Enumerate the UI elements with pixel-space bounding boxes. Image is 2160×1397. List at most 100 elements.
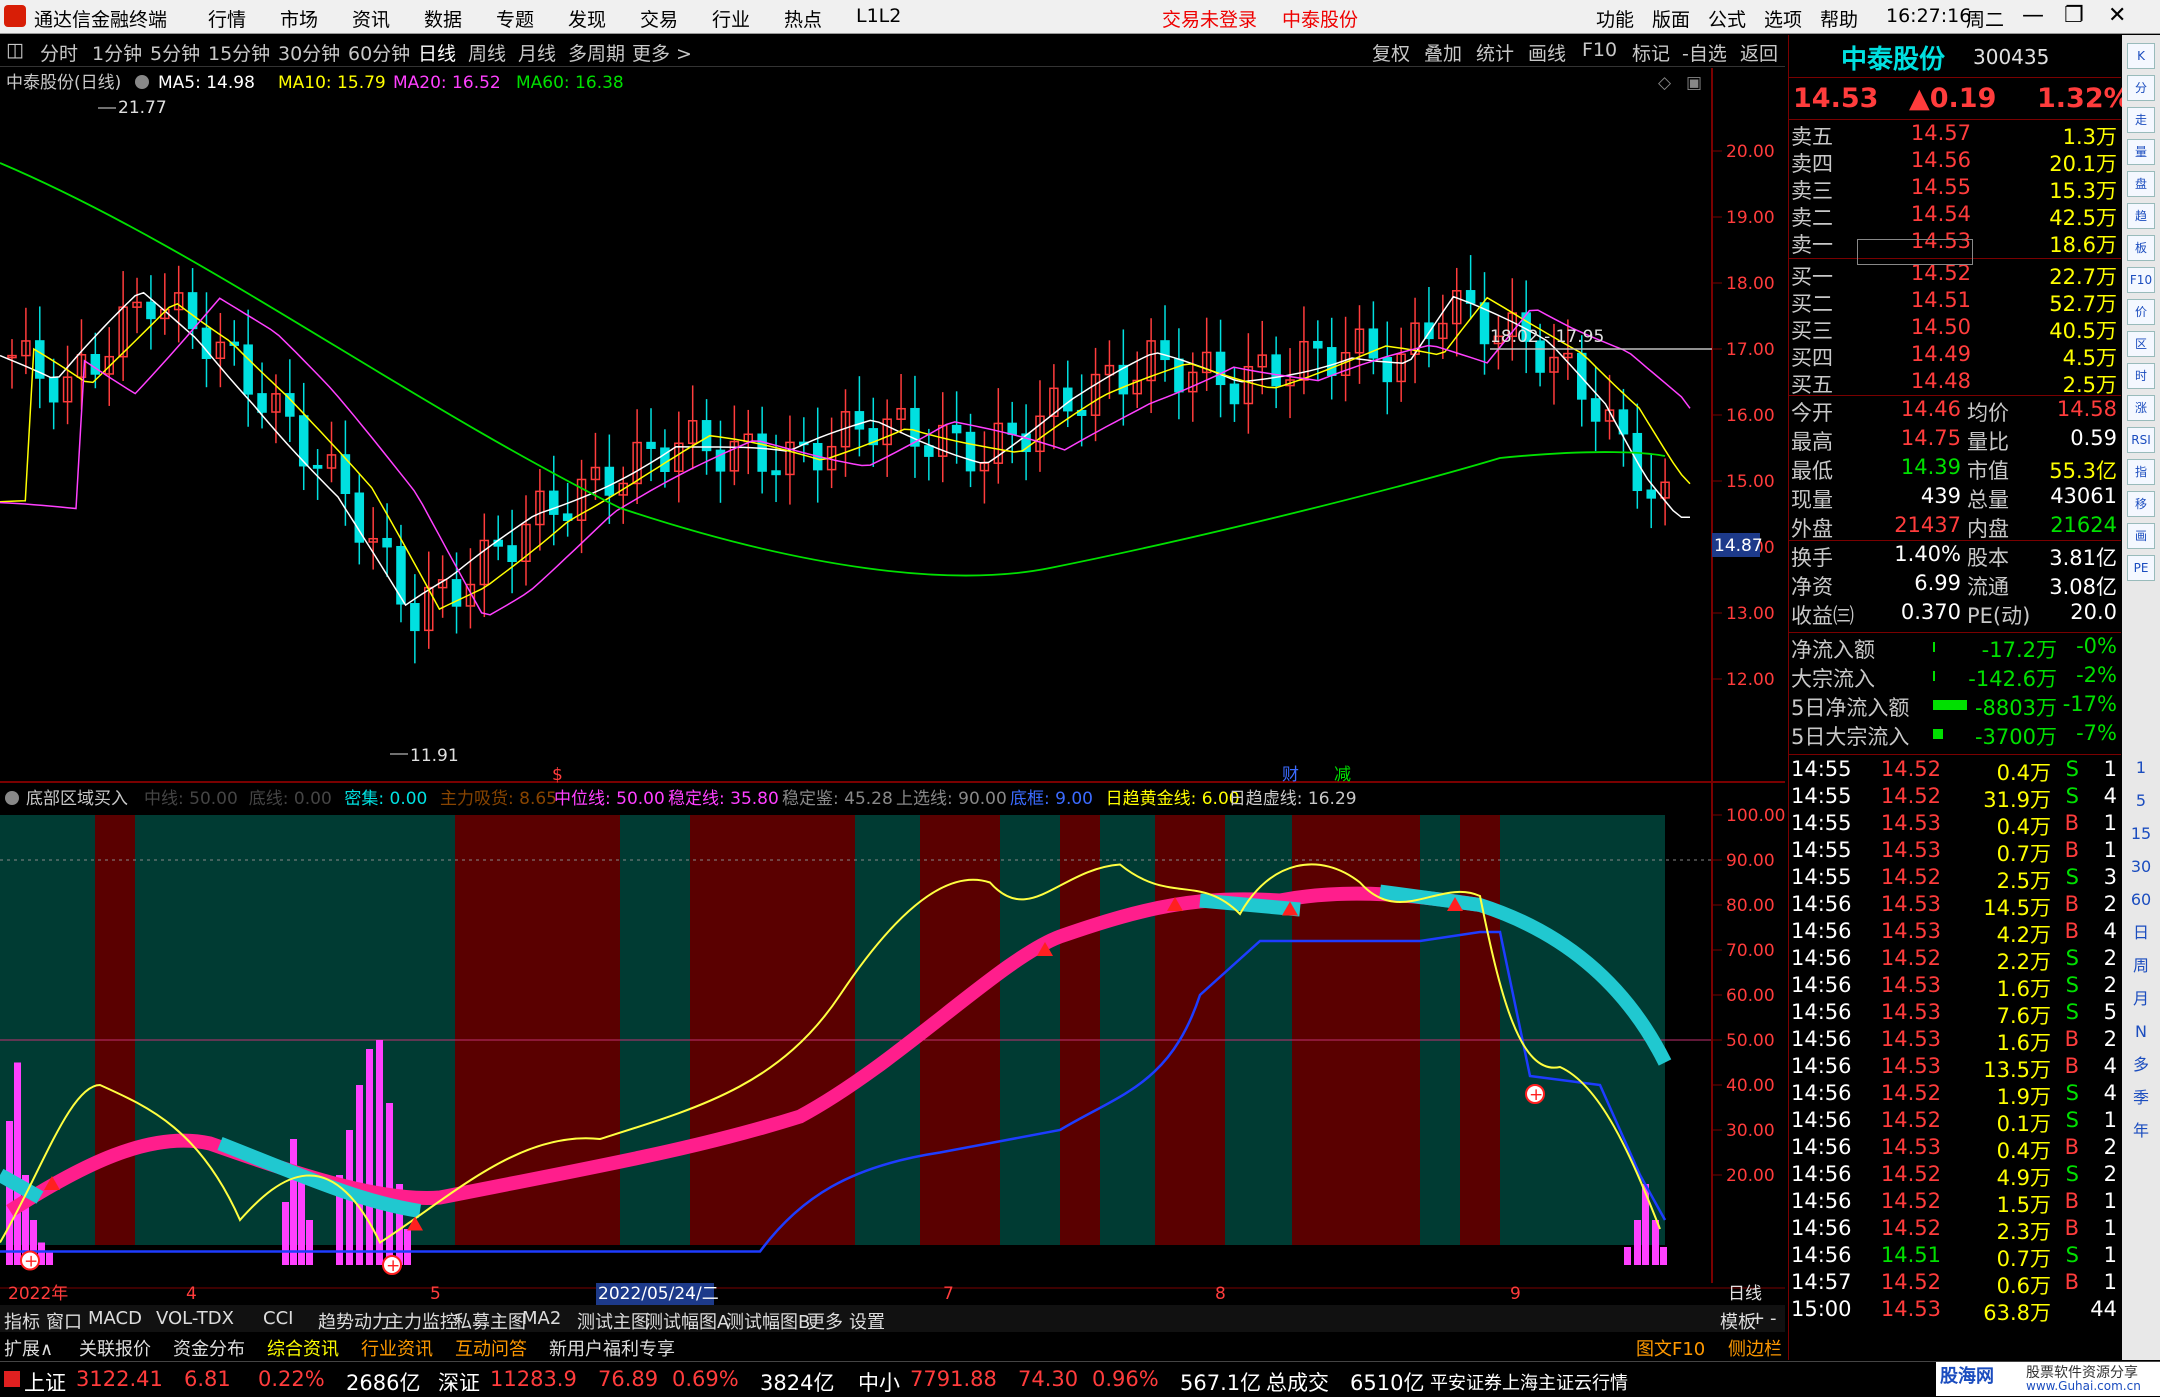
sidebar-tool-icon[interactable]: 时 xyxy=(2127,363,2155,389)
period-tab[interactable]: 月线 xyxy=(518,39,556,66)
sidebar-period[interactable]: 15 xyxy=(2127,821,2155,847)
toolbar-button[interactable]: 标记 xyxy=(1632,39,1670,66)
extension-tab[interactable]: 扩展∧ xyxy=(4,1335,53,1361)
extension-tab[interactable]: 综合资讯 xyxy=(267,1335,339,1361)
indicator-tab[interactable]: 趋势动力 xyxy=(318,1308,390,1334)
sidebar-period[interactable]: 5 xyxy=(2127,788,2155,814)
extension-tab[interactable]: 行业资讯 xyxy=(361,1335,433,1361)
sidebar-period[interactable]: 周 xyxy=(2127,953,2155,979)
period-tab[interactable]: 多周期 xyxy=(568,39,625,66)
sidebar-tool-icon[interactable]: 盘 xyxy=(2127,171,2155,197)
extension-tab-right[interactable]: 图文F10 xyxy=(1636,1335,1705,1361)
toolbar-button[interactable]: -自选 xyxy=(1682,39,1727,66)
period-tab[interactable]: 5分钟 xyxy=(150,39,200,66)
sidebar-tool-icon[interactable]: RSI xyxy=(2127,427,2155,453)
period-tab[interactable]: 30分钟 xyxy=(278,39,340,66)
menu-item[interactable]: 专题 xyxy=(496,5,534,32)
sidebar-tool-icon[interactable]: 移 xyxy=(2127,491,2155,517)
extension-tab[interactable]: 关联报价 xyxy=(79,1335,151,1361)
menu-item[interactable]: 版面 xyxy=(1652,5,1690,32)
sidebar-period[interactable]: 月 xyxy=(2127,986,2155,1012)
indicator-tab[interactable]: 主力监控 xyxy=(386,1308,458,1334)
toolbar-button[interactable]: 画线 xyxy=(1528,39,1566,66)
sidebar-tool-icon[interactable]: 板 xyxy=(2127,235,2155,261)
indicator-tab[interactable]: VOL-TDX xyxy=(156,1308,234,1329)
menu-item[interactable]: 选项 xyxy=(1764,5,1802,32)
sidebar-tool-icon[interactable]: K xyxy=(2127,43,2155,69)
extension-tab[interactable]: 新用户福利专享 xyxy=(549,1335,675,1361)
menu-item[interactable]: 数据 xyxy=(424,5,462,32)
restore-icon[interactable]: ❐ xyxy=(2064,3,2084,28)
toolbar-button[interactable]: 统计 xyxy=(1476,39,1514,66)
indicator-tab[interactable]: 指标 xyxy=(4,1308,40,1334)
tab-control[interactable]: + xyxy=(1750,1308,1765,1329)
menu-item[interactable]: 行业 xyxy=(712,5,750,32)
sidebar-tool-icon[interactable]: 区 xyxy=(2127,331,2155,357)
sidebar-tool-icon[interactable]: PE xyxy=(2127,555,2155,581)
menu-item[interactable]: 热点 xyxy=(784,5,822,32)
indicator-tab[interactable]: 测试主图 xyxy=(577,1308,649,1334)
indicator-tab[interactable]: 设置 xyxy=(849,1308,885,1334)
trade-status[interactable]: 交易未登录 xyxy=(1162,5,1257,32)
sidebar-period[interactable]: 30 xyxy=(2127,854,2155,880)
sidebar-period[interactable]: 季 xyxy=(2127,1085,2155,1111)
sidebar-period[interactable]: 多 xyxy=(2127,1052,2155,1078)
sidebar-period[interactable]: N xyxy=(2127,1019,2155,1045)
sidebar-period[interactable]: 60 xyxy=(2127,887,2155,913)
period-tab[interactable]: 60分钟 xyxy=(348,39,410,66)
panel-icon[interactable]: ▣ xyxy=(1686,73,1702,93)
period-tab[interactable]: 1分钟 xyxy=(92,39,142,66)
period-tab-active[interactable]: 日线 xyxy=(418,39,457,66)
menu-item[interactable]: 帮助 xyxy=(1820,5,1858,32)
sidebar-period[interactable]: 年 xyxy=(2127,1118,2155,1144)
event-mark[interactable]: 减 xyxy=(1334,765,1351,783)
extension-tab[interactable]: 资金分布 xyxy=(173,1335,245,1361)
indicator-tab[interactable]: 更多 xyxy=(807,1308,843,1334)
minimize-icon[interactable]: — xyxy=(2022,3,2044,28)
menu-item[interactable]: 发现 xyxy=(568,5,606,32)
sidebar-tool-icon[interactable]: 涨 xyxy=(2127,395,2155,421)
menu-item[interactable]: 行情 xyxy=(208,5,246,32)
settings-gear-icon[interactable] xyxy=(135,75,149,89)
indicator-tab[interactable]: 测试幅图A xyxy=(645,1308,729,1334)
toolbar-button[interactable]: 复权 xyxy=(1372,39,1410,66)
sidebar-period[interactable]: 1 xyxy=(2127,755,2155,781)
period-tab[interactable]: 15分钟 xyxy=(208,39,270,66)
period-tab[interactable]: 分时 xyxy=(40,39,78,66)
settings-gear-icon[interactable] xyxy=(5,791,19,805)
tab-control[interactable]: - xyxy=(1770,1308,1777,1329)
sidebar-tool-icon[interactable]: 走 xyxy=(2127,107,2155,133)
indicator-tab[interactable]: MA2 xyxy=(522,1308,561,1329)
menu-item[interactable]: 市场 xyxy=(280,5,318,32)
kline-chart[interactable]: 20.0019.0018.0017.0016.0015.0014.0013.00… xyxy=(0,68,1785,783)
menu-item[interactable]: 交易 xyxy=(640,5,678,32)
diamond-icon[interactable]: ◇ xyxy=(1658,73,1672,93)
sidebar-tool-icon[interactable]: 量 xyxy=(2127,139,2155,165)
event-mark[interactable]: $ xyxy=(552,765,563,783)
sidebar-tool-icon[interactable]: F10 xyxy=(2127,267,2155,293)
sidebar-tool-icon[interactable]: 指 xyxy=(2127,459,2155,485)
toolbar-button[interactable]: 返回 xyxy=(1740,39,1778,66)
sidebar-tool-icon[interactable]: 趋 xyxy=(2127,203,2155,229)
menu-item[interactable]: 资讯 xyxy=(352,5,390,32)
period-tab-more[interactable]: 更多 > xyxy=(632,39,692,66)
event-mark[interactable]: 财 xyxy=(1282,765,1299,783)
indicator-tab[interactable]: 私募主图 xyxy=(454,1308,526,1334)
indicator-tab[interactable]: 测试幅图B xyxy=(726,1308,810,1334)
toolbar-button[interactable]: 叠加 xyxy=(1424,39,1462,66)
menu-item[interactable]: L1L2 xyxy=(856,5,901,27)
indicator-tab[interactable]: MACD xyxy=(88,1308,142,1329)
indicator-chart[interactable]: + + + 底部区域买入 中线: 50.00 底线: 0.00 密集: 0.00 主力吸货… xyxy=(0,783,1785,1313)
sidebar-tool-icon[interactable]: 画 xyxy=(2127,523,2155,549)
panel-toggle-icon[interactable]: ◫ xyxy=(6,39,24,61)
indicator-tab[interactable]: 窗口 xyxy=(46,1308,82,1334)
menu-item[interactable]: 公式 xyxy=(1708,5,1746,32)
close-icon[interactable]: ✕ xyxy=(2108,3,2126,28)
indicator-tab[interactable]: CCI xyxy=(263,1308,293,1329)
sidebar-tool-icon[interactable]: 价 xyxy=(2127,299,2155,325)
sidebar-period[interactable]: 日 xyxy=(2127,920,2155,946)
sidebar-tool-icon[interactable]: 分 xyxy=(2127,75,2155,101)
menu-item[interactable]: 功能 xyxy=(1596,5,1634,32)
toolbar-button[interactable]: F10 xyxy=(1582,39,1617,61)
extension-tab[interactable]: 互动问答 xyxy=(455,1335,527,1361)
